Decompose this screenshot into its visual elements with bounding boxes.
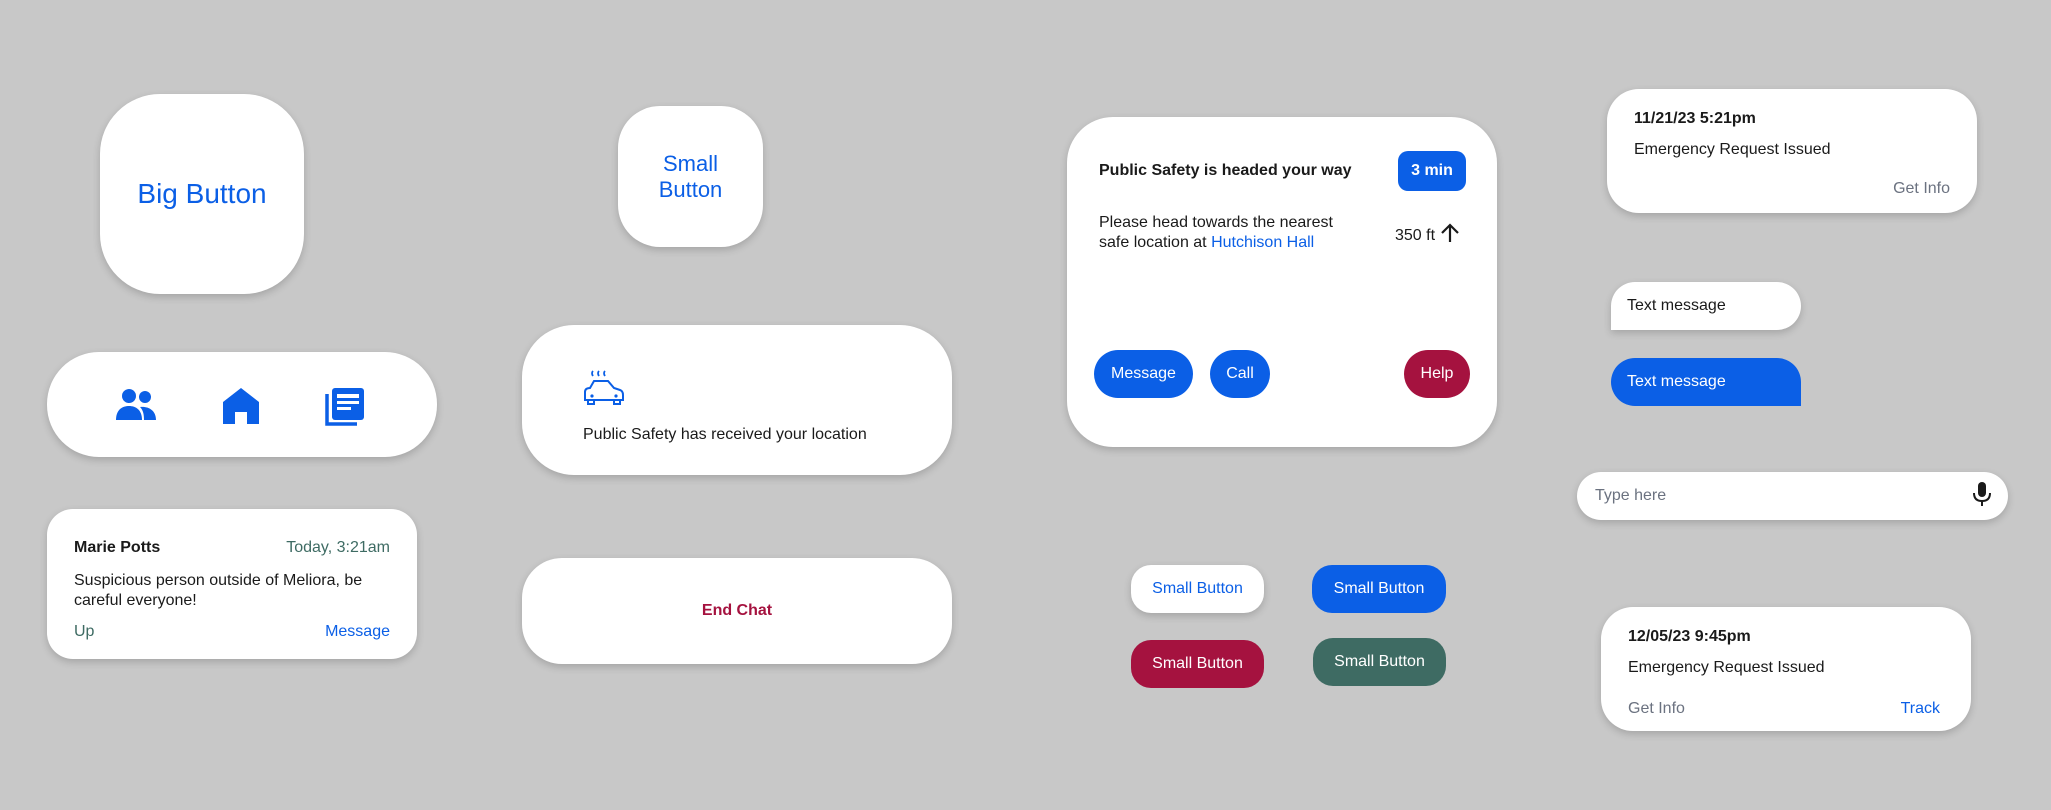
car-icon [582, 368, 626, 413]
small-button-green[interactable]: Small Button [1313, 638, 1446, 686]
post-body: Suspicious person outside of Meliora, be… [74, 572, 363, 609]
small-tile-button[interactable]: Small Button [618, 106, 763, 247]
small-button-crimson[interactable]: Small Button [1131, 640, 1264, 688]
newspaper-icon[interactable] [323, 386, 367, 426]
get-info-link[interactable]: Get Info [1893, 180, 1950, 198]
message-input-bar [1577, 472, 2008, 520]
post-author: Marie Potts [74, 539, 161, 556]
received-message-bubble: Text message [1611, 282, 1801, 330]
small-button-blue[interactable]: Small Button [1312, 565, 1446, 613]
public-safety-card: Public Safety is headed your way 3 min P… [1067, 117, 1497, 447]
safety-instruction: Please head towards the nearest safe loc… [1099, 213, 1359, 253]
bottom-nav [47, 352, 437, 457]
upvote-link[interactable]: Up [74, 623, 94, 641]
help-button[interactable]: Help [1404, 350, 1470, 398]
request-card-tracked: 12/05/23 9:45pm Emergency Request Issued… [1601, 607, 1971, 731]
request-date: 12/05/23 9:45pm [1628, 628, 1751, 645]
location-received-card: Public Safety has received your location [522, 325, 952, 475]
message-link[interactable]: Message [325, 623, 390, 641]
distance-readout: 350 ft [1395, 222, 1461, 249]
post-card: Marie Potts Today, 3:21am Suspicious per… [47, 509, 417, 659]
big-button[interactable]: Big Button [100, 94, 304, 294]
request-date: 11/21/23 5:21pm [1634, 110, 1756, 127]
sent-message-bubble: Text message [1611, 358, 1801, 406]
track-link[interactable]: Track [1901, 700, 1940, 718]
location-received-text: Public Safety has received your location [583, 426, 867, 443]
request-status: Emergency Request Issued [1628, 659, 1825, 676]
post-time: Today, 3:21am [286, 539, 390, 556]
get-info-link[interactable]: Get Info [1628, 700, 1685, 718]
microphone-icon[interactable] [1972, 481, 1992, 512]
people-icon[interactable] [114, 386, 158, 426]
message-input[interactable] [1593, 486, 1972, 506]
location-link[interactable]: Hutchison Hall [1211, 234, 1314, 251]
home-icon[interactable] [219, 386, 263, 426]
arrow-up-icon [1439, 222, 1461, 249]
eta-badge: 3 min [1398, 151, 1466, 191]
request-card: 11/21/23 5:21pm Emergency Request Issued… [1607, 89, 1977, 213]
end-chat-button[interactable]: End Chat [522, 558, 952, 664]
message-button[interactable]: Message [1094, 350, 1193, 398]
call-button[interactable]: Call [1210, 350, 1270, 398]
request-status: Emergency Request Issued [1634, 141, 1831, 158]
safety-title: Public Safety is headed your way [1099, 162, 1352, 179]
small-button-white[interactable]: Small Button [1131, 565, 1264, 613]
distance-value: 350 ft [1395, 226, 1436, 244]
